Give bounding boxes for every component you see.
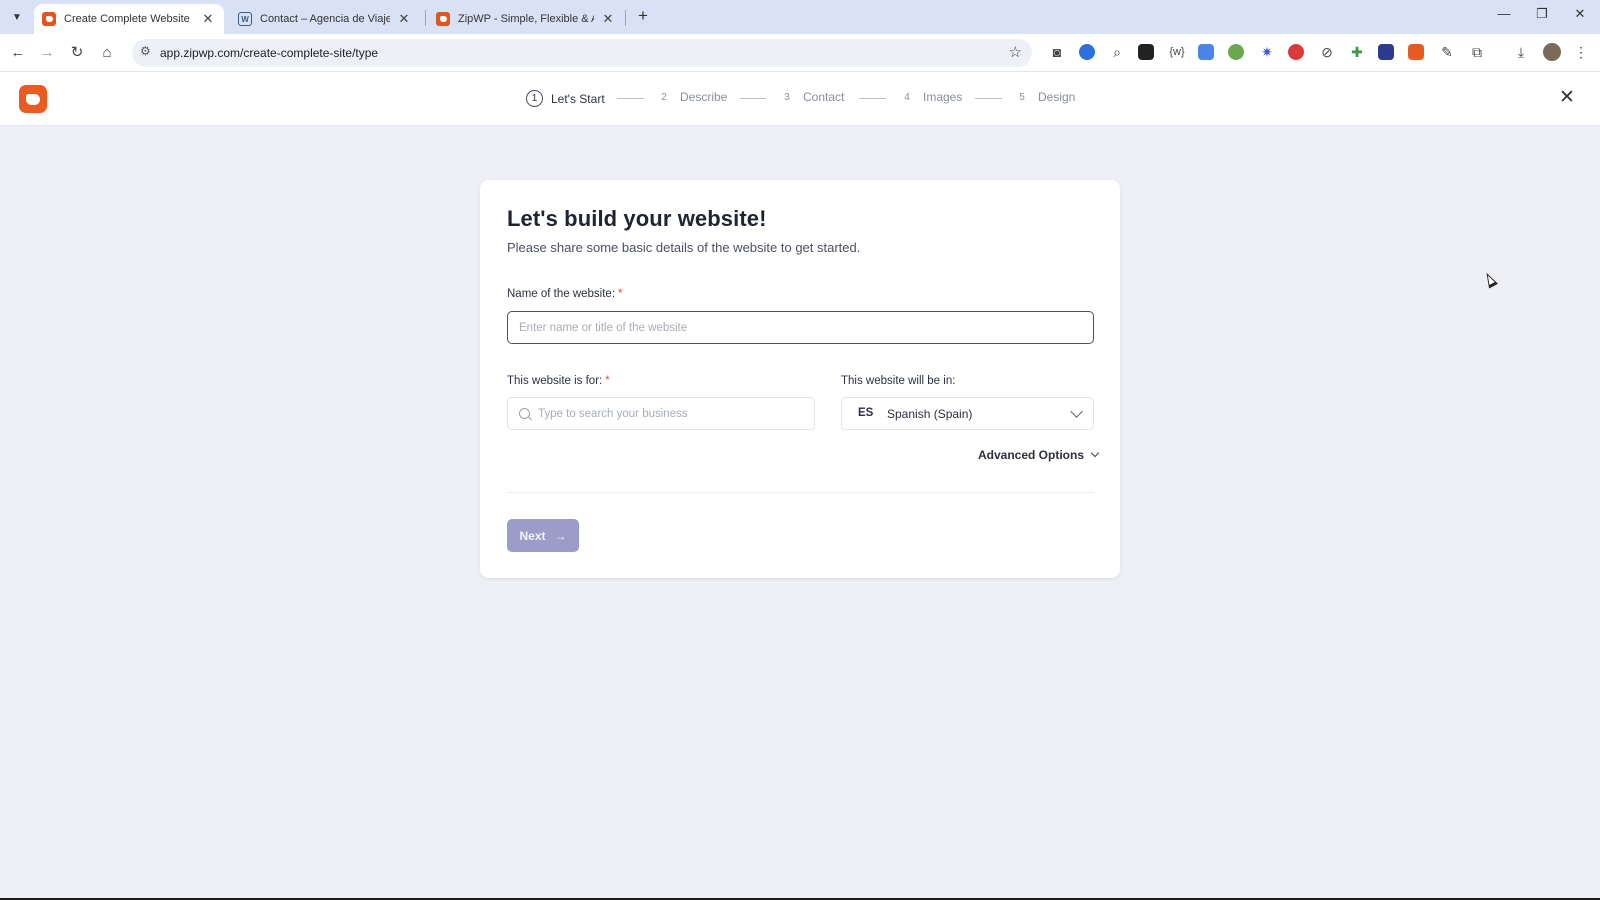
zipwp-logo[interactable] <box>19 85 47 113</box>
zipwp-icon <box>42 12 56 26</box>
step-connector <box>859 98 886 99</box>
pinterest-extension-icon[interactable] <box>1288 44 1304 60</box>
step-design: 5 Design <box>1014 90 1075 104</box>
tab-title: ZipWP - Simple, Flexible & Affo <box>458 13 594 25</box>
step-label: Let's Start <box>551 91 605 106</box>
wordpress-icon: W <box>238 12 252 26</box>
address-bar[interactable]: ⚙ app.zipwp.com/create-complete-site/typ… <box>132 39 1032 67</box>
advanced-options-label: Advanced Options <box>978 448 1085 462</box>
step-number: 5 <box>1019 91 1025 103</box>
navy-extension-icon[interactable] <box>1378 44 1394 60</box>
browser-tab-contact[interactable]: W Contact – Agencia de Viajes de ✕ <box>230 4 420 34</box>
step-number: 3 <box>784 91 790 103</box>
arrow-right-icon: → <box>554 528 567 543</box>
language-code: ES <box>858 407 874 419</box>
step-images: 4 Images <box>899 90 962 104</box>
restore-icon[interactable]: ❐ <box>1532 6 1552 22</box>
advanced-options-toggle[interactable]: Advanced Options <box>978 448 1100 462</box>
camera-extension-icon[interactable]: ◙ <box>1048 43 1066 61</box>
chevron-down-icon <box>1070 405 1083 418</box>
step-contact: 3 Contact <box>779 90 844 104</box>
step-number: 2 <box>661 91 667 103</box>
build-website-card: Let's build your website! Please share s… <box>480 180 1120 578</box>
business-search-input[interactable] <box>538 398 808 429</box>
required-asterisk: * <box>605 375 610 387</box>
tab-title: Contact – Agencia de Viajes de <box>260 13 390 25</box>
home-icon[interactable]: ⌂ <box>97 43 117 63</box>
step-connector <box>975 98 1002 99</box>
tab-separator <box>425 10 426 26</box>
step-number: 1 <box>526 90 543 107</box>
new-tab-plus-icon[interactable]: + <box>632 6 654 26</box>
close-wizard-icon[interactable]: ✕ <box>1556 86 1578 109</box>
language-select[interactable]: ES Spanish (Spain) <box>841 397 1094 430</box>
app-header: 1 Let's Start 2 Describe 3 Contact 4 Ima… <box>0 72 1600 126</box>
language-name: Spanish (Spain) <box>887 407 973 421</box>
puzzle-extensions-icon[interactable]: ⧉ <box>1468 43 1486 61</box>
browser-tab-bar: ▼ Create Complete Website ✕ W Contact – … <box>0 0 1600 34</box>
compass-extension-icon[interactable]: ⊘ <box>1318 43 1336 61</box>
browser-tab-zipwp[interactable]: ZipWP - Simple, Flexible & Affo ✕ <box>428 4 624 34</box>
browser-toolbar: ← → ↻ ⌂ ⚙ app.zipwp.com/create-complete-… <box>0 34 1600 72</box>
profile-avatar[interactable] <box>1543 43 1561 61</box>
reload-icon[interactable]: ↻ <box>67 43 87 63</box>
window-close-icon[interactable]: ✕ <box>1570 6 1590 22</box>
tab-search-chevron-icon[interactable]: ▼ <box>6 6 28 28</box>
url-text: app.zipwp.com/create-complete-site/type <box>160 46 379 60</box>
translate-extension-icon[interactable] <box>1198 44 1214 60</box>
step-connector <box>617 98 644 99</box>
label-text: This website is for: <box>507 375 603 387</box>
step-connector <box>740 98 766 99</box>
page-subtitle: Please share some basic details of the w… <box>507 240 861 255</box>
back-arrow-icon[interactable]: ← <box>8 43 28 63</box>
zoom-extension-icon[interactable]: ⌕ <box>1108 43 1126 61</box>
mouse-cursor-icon <box>1482 270 1498 289</box>
zipwp-icon <box>436 12 450 26</box>
search-icon <box>519 408 530 419</box>
minimize-icon[interactable]: — <box>1494 6 1514 21</box>
page-title: Let's build your website! <box>507 206 767 231</box>
download-icon[interactable]: ⤓ <box>1512 43 1530 61</box>
close-tab-icon[interactable]: ✕ <box>396 11 412 27</box>
chevron-down-icon <box>1090 448 1100 458</box>
step-label: Describe <box>680 90 728 104</box>
menu-dots-icon[interactable]: ⋮ <box>1572 43 1590 61</box>
step-label: Images <box>923 90 963 104</box>
next-button[interactable]: Next → <box>507 519 579 552</box>
site-settings-icon[interactable]: ⚙ <box>140 44 151 58</box>
step-label: Design <box>1038 90 1076 104</box>
green-extension-icon[interactable] <box>1228 44 1244 60</box>
step-number: 4 <box>904 91 910 103</box>
divider <box>507 492 1094 493</box>
font-extension-icon[interactable] <box>1138 44 1154 60</box>
plus-extension-icon[interactable]: ✚ <box>1348 43 1366 61</box>
step-lets-start: 1 Let's Start <box>526 90 605 107</box>
gear-extension-icon[interactable]: ✷ <box>1258 43 1276 61</box>
label-text: Name of the website: <box>507 288 616 300</box>
required-asterisk: * <box>618 288 623 300</box>
website-for-label: This website is for: * <box>507 375 610 387</box>
website-name-input[interactable] <box>507 311 1094 344</box>
business-search-field[interactable] <box>507 397 815 430</box>
website-language-label: This website will be in: <box>841 375 956 387</box>
step-describe: 2 Describe <box>656 90 727 104</box>
step-label: Contact <box>803 90 845 104</box>
tab-title: Create Complete Website <box>64 13 190 25</box>
bracket-extension-icon[interactable]: {w} <box>1168 43 1186 61</box>
blue-circle-extension-icon[interactable] <box>1079 44 1095 60</box>
close-tab-icon[interactable]: ✕ <box>200 11 216 27</box>
zipwp-extension-icon[interactable] <box>1408 44 1424 60</box>
forward-arrow-icon[interactable]: → <box>37 43 57 63</box>
next-label: Next <box>519 528 546 543</box>
close-tab-icon[interactable]: ✕ <box>600 11 616 27</box>
bookmark-star-icon[interactable]: ☆ <box>1009 43 1022 61</box>
eyedropper-extension-icon[interactable]: ✎ <box>1438 43 1456 61</box>
browser-tab-create-website[interactable]: Create Complete Website ✕ <box>34 4 224 34</box>
tab-separator <box>625 10 626 26</box>
website-name-label: Name of the website: * <box>507 288 623 300</box>
